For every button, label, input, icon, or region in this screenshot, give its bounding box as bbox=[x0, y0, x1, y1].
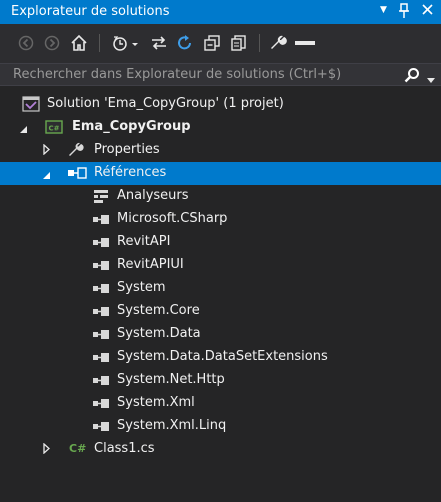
search-input[interactable]: Rechercher dans Explorateur de solutions… bbox=[13, 67, 341, 82]
preview-icon bbox=[295, 41, 315, 45]
history-icon bbox=[113, 36, 138, 51]
svg-text:C#: C# bbox=[48, 125, 59, 133]
assembly-reference-icon bbox=[92, 211, 110, 227]
analyzers-icon bbox=[92, 188, 110, 204]
refresh-icon bbox=[178, 35, 191, 50]
home-button[interactable] bbox=[69, 32, 89, 54]
close-icon[interactable] bbox=[422, 4, 433, 18]
search-box[interactable]: Rechercher dans Explorateur de solutions… bbox=[0, 64, 441, 86]
expanded-arrow-icon[interactable] bbox=[20, 123, 28, 138]
csharp-project-icon: C# bbox=[45, 119, 63, 135]
sync-button[interactable] bbox=[149, 32, 169, 54]
visual-studio-solution-icon bbox=[22, 96, 40, 112]
tree-item-label: RevitAPIUI bbox=[117, 257, 184, 272]
tree-item-label: RevitAPI bbox=[117, 234, 171, 249]
expanded-arrow-icon[interactable] bbox=[43, 169, 51, 184]
tree-item-reference[interactable]: System.Core bbox=[0, 300, 441, 323]
assembly-reference-icon bbox=[92, 349, 110, 365]
wrench-icon bbox=[68, 142, 86, 158]
toolbar-separator bbox=[99, 34, 100, 52]
tree-item-label: Microsoft.CSharp bbox=[117, 211, 228, 226]
tree-item-label: System bbox=[117, 280, 166, 295]
forward-button[interactable] bbox=[42, 32, 62, 54]
tree-item-label: System.Data bbox=[117, 326, 201, 341]
tree-item-project[interactable]: C# Ema_CopyGroup bbox=[0, 116, 441, 139]
tree-item-label: System.Net.Http bbox=[117, 372, 225, 387]
copy-icon bbox=[231, 35, 246, 51]
tree-item-label: Solution 'Ema_CopyGroup' (1 projet) bbox=[47, 96, 284, 111]
panel-title: Explorateur de solutions bbox=[11, 4, 170, 19]
tree-item-reference[interactable]: System.Data.DataSetExtensions bbox=[0, 346, 441, 369]
tree-item-label: System.Xml.Linq bbox=[117, 418, 227, 433]
search-icon[interactable] bbox=[404, 67, 420, 87]
tree-item-class-file[interactable]: C# Class1.cs bbox=[0, 438, 441, 461]
back-button[interactable] bbox=[16, 32, 36, 54]
pin-icon[interactable] bbox=[398, 3, 410, 22]
tree-item-label: Properties bbox=[94, 142, 160, 157]
tree-item-solution[interactable]: Solution 'Ema_CopyGroup' (1 projet) bbox=[0, 93, 441, 116]
tree-item-label: Class1.cs bbox=[94, 441, 155, 456]
dropdown-icon[interactable]: ▼ bbox=[380, 5, 387, 15]
assembly-reference-icon bbox=[92, 257, 110, 273]
assembly-reference-icon bbox=[92, 372, 110, 388]
collapse-all-icon bbox=[204, 35, 220, 51]
tree-item-label: System.Xml bbox=[117, 395, 195, 410]
references-icon bbox=[67, 165, 87, 181]
assembly-reference-icon bbox=[92, 418, 110, 434]
tree-item-reference[interactable]: System bbox=[0, 277, 441, 300]
properties-wrench-icon bbox=[271, 35, 287, 49]
tree-item-label: Ema_CopyGroup bbox=[72, 119, 191, 134]
tree-item-reference[interactable]: System.Net.Http bbox=[0, 369, 441, 392]
collapsed-arrow-icon[interactable] bbox=[43, 442, 50, 458]
tree-item-reference[interactable]: System.Xml.Linq bbox=[0, 415, 441, 438]
assembly-reference-icon bbox=[92, 280, 110, 296]
tree-item-reference[interactable]: Analyseurs bbox=[0, 185, 441, 208]
assembly-reference-icon bbox=[92, 303, 110, 319]
tree-item-label: Analyseurs bbox=[117, 188, 189, 203]
chevron-down-icon[interactable] bbox=[427, 72, 435, 87]
csharp-file-icon: C# bbox=[69, 442, 87, 455]
forward-icon bbox=[44, 35, 60, 51]
show-all-files-button[interactable] bbox=[229, 32, 249, 54]
properties-button[interactable] bbox=[267, 32, 289, 54]
tree-item-reference[interactable]: System.Xml bbox=[0, 392, 441, 415]
tree-item-label: Références bbox=[94, 165, 167, 180]
history-button[interactable] bbox=[110, 32, 140, 54]
refresh-button[interactable] bbox=[175, 32, 195, 54]
tree-item-properties[interactable]: Properties bbox=[0, 139, 441, 162]
tree-item-label: System.Core bbox=[117, 303, 200, 318]
sync-icon bbox=[152, 36, 166, 50]
assembly-reference-icon bbox=[92, 326, 110, 342]
assembly-reference-icon bbox=[92, 234, 110, 250]
collapsed-arrow-icon[interactable] bbox=[43, 143, 50, 159]
toolbar-separator bbox=[259, 34, 260, 52]
tree-item-reference[interactable]: System.Data bbox=[0, 323, 441, 346]
tree-item-reference[interactable]: RevitAPIUI bbox=[0, 254, 441, 277]
back-icon bbox=[18, 35, 34, 51]
home-icon bbox=[71, 34, 87, 51]
tree-item-references[interactable]: Références bbox=[0, 162, 441, 185]
toolbar bbox=[0, 24, 441, 64]
tree-item-reference[interactable]: RevitAPI bbox=[0, 231, 441, 254]
assembly-reference-icon bbox=[92, 395, 110, 411]
collapse-all-button[interactable] bbox=[202, 32, 222, 54]
tree-item-reference[interactable]: Microsoft.CSharp bbox=[0, 208, 441, 231]
preview-button[interactable] bbox=[293, 32, 317, 54]
tree-item-label: System.Data.DataSetExtensions bbox=[117, 349, 328, 364]
panel-title-bar: Explorateur de solutions ▼ bbox=[0, 0, 441, 24]
